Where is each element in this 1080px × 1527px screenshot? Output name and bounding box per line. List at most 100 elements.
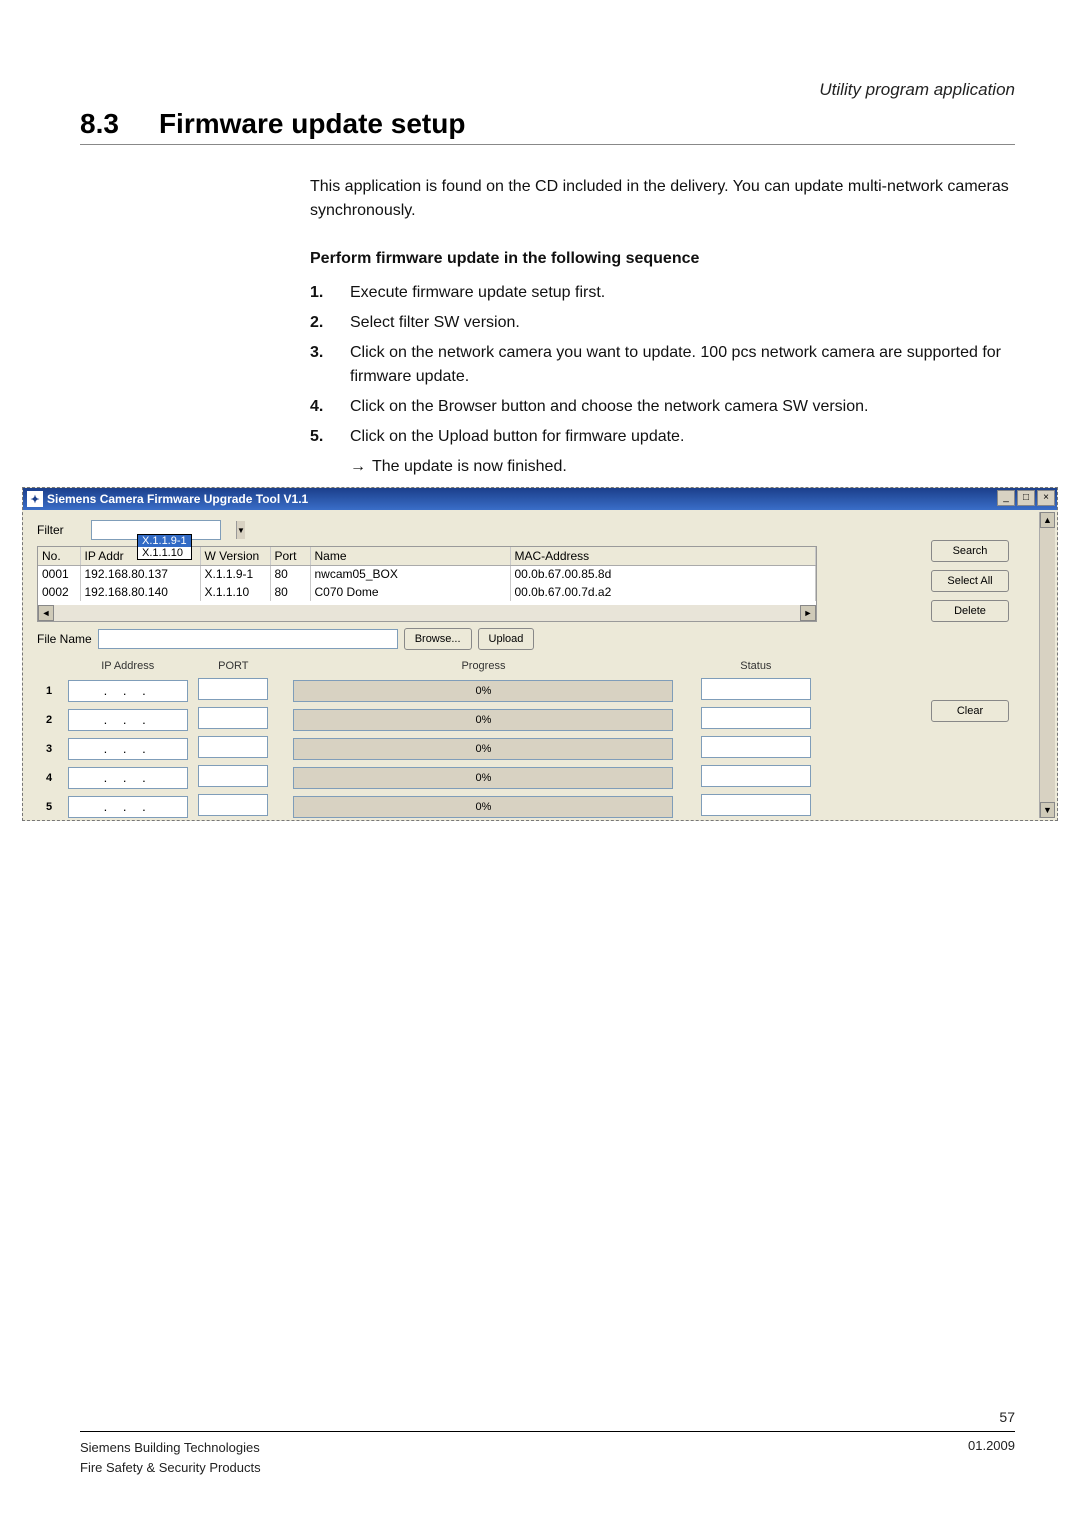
status-field: [701, 678, 811, 700]
delete-button[interactable]: Delete: [931, 600, 1009, 622]
col-ip-address: IP Address: [61, 658, 194, 674]
scroll-up-icon[interactable]: ▲: [1040, 512, 1055, 528]
cell-port: 80: [270, 565, 310, 583]
browse-button[interactable]: Browse...: [404, 628, 472, 650]
upload-row: 1 . . . 0%: [37, 678, 817, 703]
cell-mac: 00.0b.67.00.7d.a2: [510, 583, 816, 601]
app-icon: ✦: [27, 491, 43, 507]
cell-port: 80: [270, 583, 310, 601]
upload-row: 5 . . . 0%: [37, 794, 817, 819]
row-number: 1: [37, 678, 61, 703]
ip-field[interactable]: . . .: [68, 709, 188, 731]
camera-row[interactable]: 0001 192.168.80.137 X.1.1.9-1 80 nwcam05…: [38, 565, 816, 583]
col-name[interactable]: Name: [310, 547, 510, 565]
breadcrumb: Utility program application: [80, 80, 1015, 100]
section-title-row: 8.3 Firmware update setup: [80, 108, 1015, 145]
clear-button[interactable]: Clear: [931, 700, 1009, 722]
row-number: 2: [37, 707, 61, 732]
ip-field[interactable]: . . .: [68, 796, 188, 818]
steps-list: 1.Execute firmware update setup first. 2…: [310, 281, 1015, 449]
ip-field[interactable]: . . .: [68, 680, 188, 702]
step-number: 1.: [310, 281, 350, 305]
window-titlebar: ✦ Siemens Camera Firmware Upgrade Tool V…: [23, 488, 1057, 510]
upload-queue-table: IP Address PORT Progress Status 1. . .0%…: [37, 654, 817, 823]
progress-bar: 0%: [293, 738, 673, 760]
progress-bar: 0%: [293, 709, 673, 731]
progress-bar: 0%: [293, 796, 673, 818]
cell-version: X.1.1.10: [200, 583, 270, 601]
filter-option[interactable]: X.1.1.9-1: [138, 535, 191, 547]
row-number: 4: [37, 765, 61, 790]
page-number: 57: [80, 1409, 1015, 1425]
filter-label: Filter: [37, 523, 91, 537]
filter-dropdown-options[interactable]: X.1.1.9-1 X.1.1.10: [137, 534, 192, 560]
ip-field[interactable]: . . .: [68, 738, 188, 760]
step-text: Click on the Upload button for firmware …: [350, 425, 1015, 449]
minimize-button[interactable]: _: [997, 490, 1015, 506]
section-title: Firmware update setup: [159, 108, 466, 140]
row-number: 5: [37, 794, 61, 819]
page-footer: 57 Siemens Building Technologies Fire Sa…: [80, 1409, 1015, 1477]
col-mac[interactable]: MAC-Address: [510, 547, 816, 565]
scroll-right-icon[interactable]: ►: [800, 605, 816, 621]
upload-row: 4 . . . 0%: [37, 765, 817, 790]
upload-row: 2 . . . 0%: [37, 707, 817, 732]
port-field[interactable]: [198, 678, 268, 700]
col-port[interactable]: Port: [270, 547, 310, 565]
step-text: Select filter SW version.: [350, 311, 1015, 335]
status-field: [701, 707, 811, 729]
row-number: 3: [37, 736, 61, 761]
cell-ip: 192.168.80.137: [80, 565, 200, 583]
chevron-down-icon[interactable]: ▼: [236, 521, 245, 539]
cell-version: X.1.1.9-1: [200, 565, 270, 583]
camera-row[interactable]: 0002 192.168.80.140 X.1.1.10 80 C070 Dom…: [38, 583, 816, 601]
cell-no: 0001: [38, 565, 80, 583]
footer-company: Siemens Building Technologies: [80, 1438, 261, 1458]
file-name-input[interactable]: [98, 629, 398, 649]
port-field[interactable]: [198, 736, 268, 758]
cell-name: C070 Dome: [310, 583, 510, 601]
port-field[interactable]: [198, 794, 268, 816]
horizontal-scrollbar[interactable]: ◄ ►: [38, 605, 816, 621]
close-button[interactable]: ×: [1037, 490, 1055, 506]
step-text: Click on the Browser button and choose t…: [350, 395, 1015, 419]
col-version[interactable]: W Version: [200, 547, 270, 565]
status-field: [701, 765, 811, 787]
search-button[interactable]: Search: [931, 540, 1009, 562]
port-field[interactable]: [198, 707, 268, 729]
port-field[interactable]: [198, 765, 268, 787]
status-field: [701, 736, 811, 758]
status-field: [701, 794, 811, 816]
step-text: Execute firmware update setup first.: [350, 281, 1015, 305]
step-number: 3.: [310, 341, 350, 389]
result-text: The update is now finished.: [372, 455, 567, 479]
progress-bar: 0%: [293, 680, 673, 702]
firmware-tool-screenshot: ✦ Siemens Camera Firmware Upgrade Tool V…: [22, 487, 1058, 821]
arrow-icon: →: [350, 455, 366, 479]
scroll-left-icon[interactable]: ◄: [38, 605, 54, 621]
col-no[interactable]: No.: [38, 547, 80, 565]
result-row: → The update is now finished.: [350, 455, 1015, 479]
col-progress: Progress: [272, 658, 694, 674]
progress-bar: 0%: [293, 767, 673, 789]
select-all-button[interactable]: Select All: [931, 570, 1009, 592]
cell-mac: 00.0b.67.00.85.8d: [510, 565, 816, 583]
footer-date: 01.2009: [968, 1438, 1015, 1477]
upload-button[interactable]: Upload: [478, 628, 535, 650]
section-number: 8.3: [80, 108, 119, 140]
file-name-label: File Name: [37, 632, 92, 646]
step-number: 4.: [310, 395, 350, 419]
ip-field[interactable]: . . .: [68, 767, 188, 789]
cell-name: nwcam05_BOX: [310, 565, 510, 583]
filter-option[interactable]: X.1.1.10: [138, 547, 191, 559]
upload-row: 3 . . . 0%: [37, 736, 817, 761]
intro-paragraph: This application is found on the CD incl…: [310, 175, 1015, 223]
step-text: Click on the network camera you want to …: [350, 341, 1015, 389]
window-title: Siemens Camera Firmware Upgrade Tool V1.…: [47, 492, 308, 506]
step-number: 2.: [310, 311, 350, 335]
maximize-button[interactable]: □: [1017, 490, 1035, 506]
vertical-scrollbar[interactable]: ▲ ▼: [1039, 512, 1055, 818]
cell-no: 0002: [38, 583, 80, 601]
col-port: PORT: [194, 658, 272, 674]
scroll-down-icon[interactable]: ▼: [1040, 802, 1055, 818]
